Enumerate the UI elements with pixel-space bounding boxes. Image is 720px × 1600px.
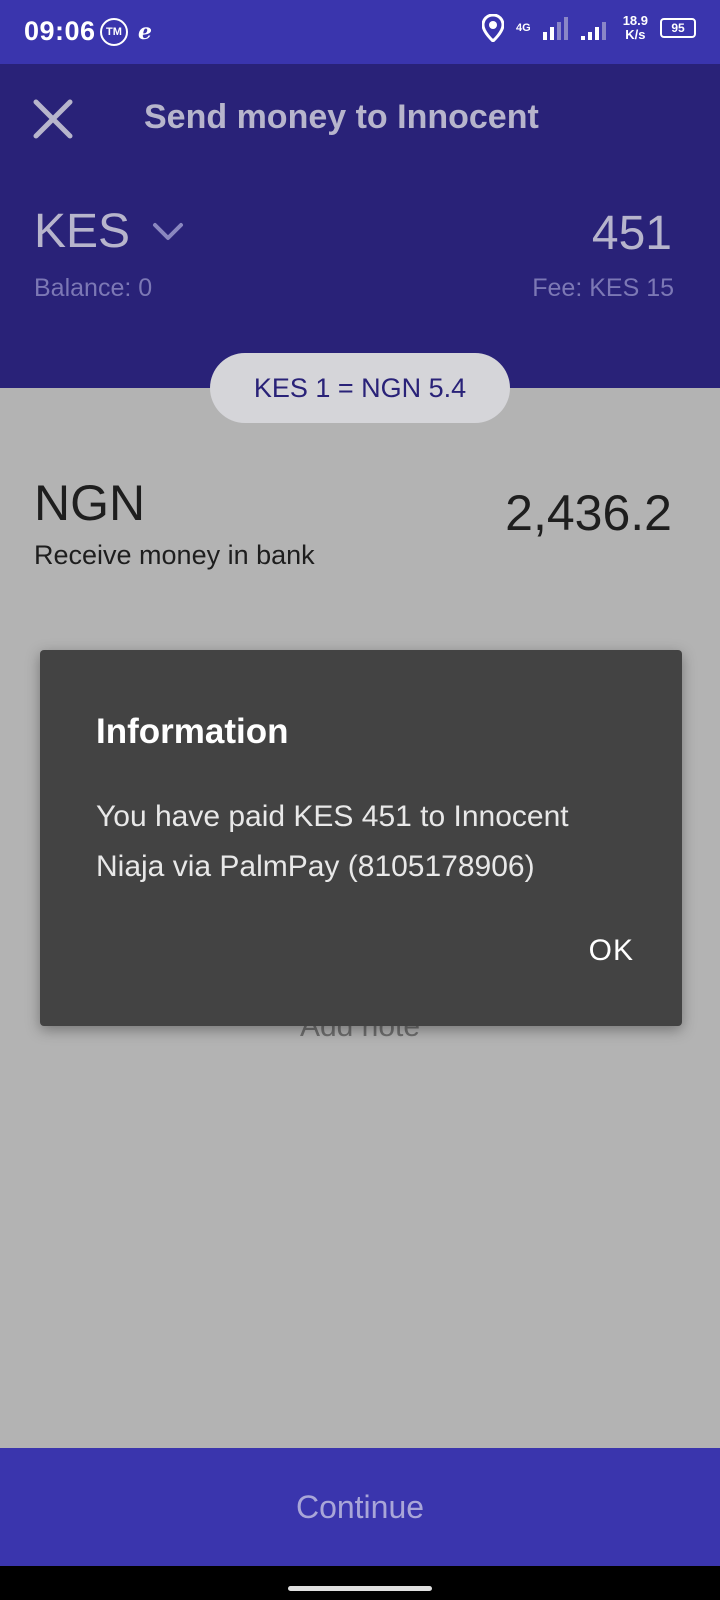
- dialog-title: Information: [96, 712, 289, 751]
- battery-icon: 95: [660, 18, 696, 38]
- receive-currency-code: NGN: [34, 475, 146, 531]
- network-speed: 18.9 K/s: [623, 14, 648, 42]
- network-speed-value: 18.9: [622, 13, 648, 28]
- fee-label: Fee: KES 15: [532, 274, 674, 302]
- send-currency-code: KES: [34, 205, 131, 258]
- battery-level: 95: [671, 21, 685, 35]
- close-button[interactable]: [30, 96, 76, 142]
- signal-strength-icon: [542, 17, 568, 40]
- continue-button[interactable]: Continue: [0, 1448, 720, 1566]
- network-speed-unit: K/s: [625, 27, 646, 42]
- dialog-message: You have paid KES 451 to Innocent Niaja …: [96, 800, 569, 883]
- send-header: Send money to Innocent KES 451 Balance: …: [0, 64, 720, 388]
- information-dialog: Information You have paid KES 451 to Inn…: [40, 650, 682, 1026]
- navigation-bar: [0, 1566, 720, 1600]
- status-time: 09:06: [24, 16, 96, 46]
- receive-amount: 2,436.2: [505, 485, 672, 541]
- status-right-icons: 4G 18.9 K/s 95: [482, 14, 696, 42]
- network-type-label: 4G: [516, 21, 531, 34]
- tm-app-icon: TM: [100, 18, 128, 46]
- status-left-icons: TM ℯ: [100, 18, 152, 46]
- close-icon: [33, 99, 73, 139]
- link-app-icon: ℯ: [138, 19, 152, 44]
- send-amount-input[interactable]: 451: [592, 206, 672, 261]
- exchange-rate-badge: KES 1 = NGN 5.4: [210, 353, 510, 423]
- status-bar: 09:06 TM ℯ 4G 18.9 K/s 95: [0, 0, 720, 64]
- home-indicator[interactable]: [288, 1586, 432, 1591]
- page-title: Send money to Innocent: [144, 98, 539, 136]
- send-currency-selector[interactable]: KES: [34, 204, 184, 259]
- location-icon: [482, 14, 504, 42]
- chevron-down-icon: [153, 222, 184, 240]
- receive-method-label: Receive money in bank: [34, 540, 315, 570]
- balance-label: Balance: 0: [34, 274, 153, 302]
- signal-strength-icon-2: [580, 22, 606, 40]
- ok-button[interactable]: OK: [589, 934, 634, 968]
